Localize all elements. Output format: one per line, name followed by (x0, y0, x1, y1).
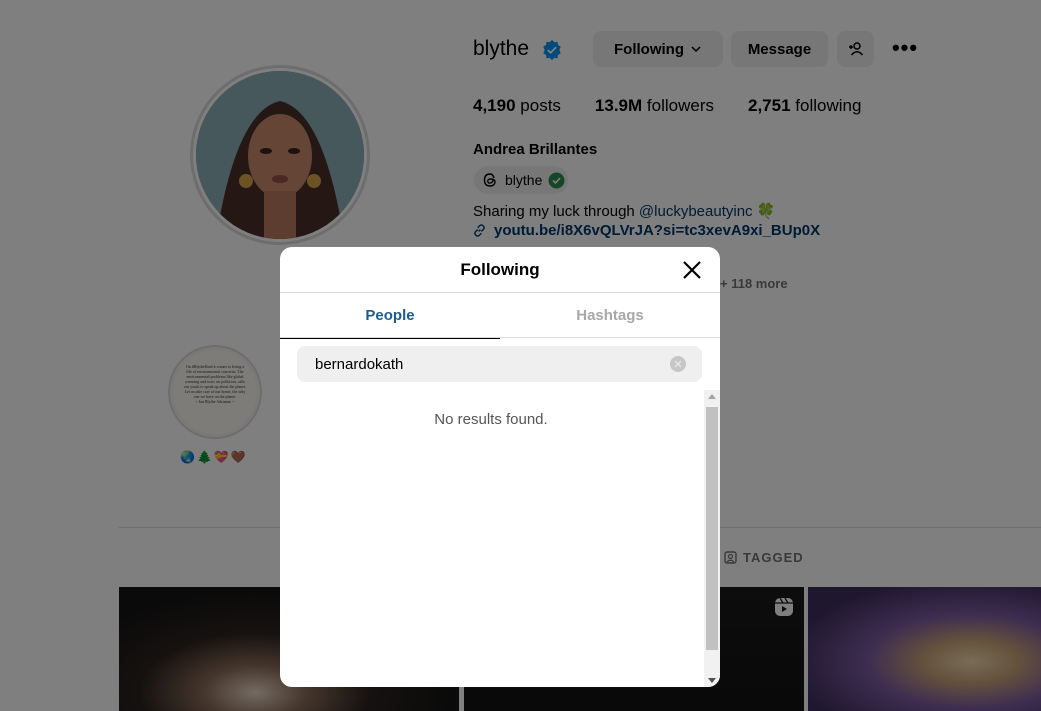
scroll-up-arrow-icon[interactable] (708, 394, 716, 399)
scrollbar[interactable] (704, 390, 720, 687)
no-results-message: No results found. (434, 411, 548, 428)
tab-people[interactable]: People (280, 293, 500, 339)
dialog-title: Following (460, 259, 540, 279)
search-input[interactable] (315, 355, 655, 373)
dialog-tabs: People Hashtags (280, 293, 720, 339)
close-icon[interactable] (680, 258, 704, 282)
tab-hashtags[interactable]: Hashtags (500, 293, 720, 338)
scrollbar-thumb[interactable] (706, 407, 718, 650)
following-dialog: Following People Hashtags ✕ No results f… (280, 247, 720, 687)
scroll-down-arrow-icon[interactable] (708, 678, 716, 683)
clear-search-icon[interactable]: ✕ (670, 356, 686, 372)
search-box: ✕ (297, 346, 702, 382)
dialog-header: Following (280, 247, 720, 293)
search-results: No results found. (280, 390, 702, 687)
